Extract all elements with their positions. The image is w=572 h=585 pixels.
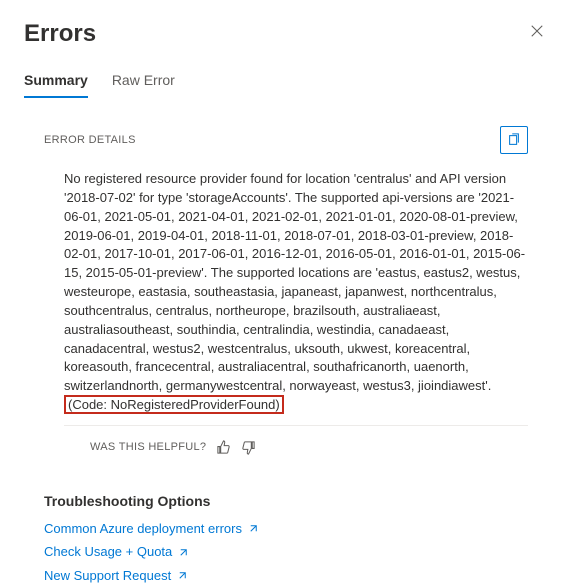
page-title: Errors xyxy=(24,20,96,48)
details-section-title: ERROR DETAILS xyxy=(44,134,136,146)
panel-header: Errors xyxy=(24,20,548,48)
link-common-errors[interactable]: Common Azure deployment errors xyxy=(44,519,528,539)
close-icon xyxy=(530,24,544,38)
external-link-icon xyxy=(248,523,259,534)
copy-button[interactable] xyxy=(500,126,528,154)
link-support-request[interactable]: New Support Request xyxy=(44,566,528,585)
external-link-icon xyxy=(177,570,188,581)
link-label: Check Usage + Quota xyxy=(44,542,172,562)
link-label: Common Azure deployment errors xyxy=(44,519,242,539)
feedback-row: WAS THIS HELPFUL? xyxy=(24,426,548,455)
tab-summary[interactable]: Summary xyxy=(24,72,88,98)
copy-icon xyxy=(507,133,521,147)
close-button[interactable] xyxy=(526,20,548,46)
error-message: No registered resource provider found fo… xyxy=(64,171,525,393)
thumbs-up-icon xyxy=(216,440,231,455)
external-link-icon xyxy=(178,547,189,558)
tabs: Summary Raw Error xyxy=(24,72,548,98)
thumbs-up-button[interactable] xyxy=(216,440,231,455)
details-header: ERROR DETAILS xyxy=(24,126,548,154)
error-code: (Code: NoRegisteredProviderFound) xyxy=(64,395,284,414)
troubleshooting-title: Troubleshooting Options xyxy=(44,493,528,509)
feedback-label: WAS THIS HELPFUL? xyxy=(90,441,206,453)
thumbs-down-button[interactable] xyxy=(241,440,256,455)
link-usage-quota[interactable]: Check Usage + Quota xyxy=(44,542,528,562)
error-body: No registered resource provider found fo… xyxy=(24,170,548,415)
link-label: New Support Request xyxy=(44,566,171,585)
thumbs-down-icon xyxy=(241,440,256,455)
tab-raw-error[interactable]: Raw Error xyxy=(112,72,175,98)
troubleshooting-section: Troubleshooting Options Common Azure dep… xyxy=(24,493,548,585)
